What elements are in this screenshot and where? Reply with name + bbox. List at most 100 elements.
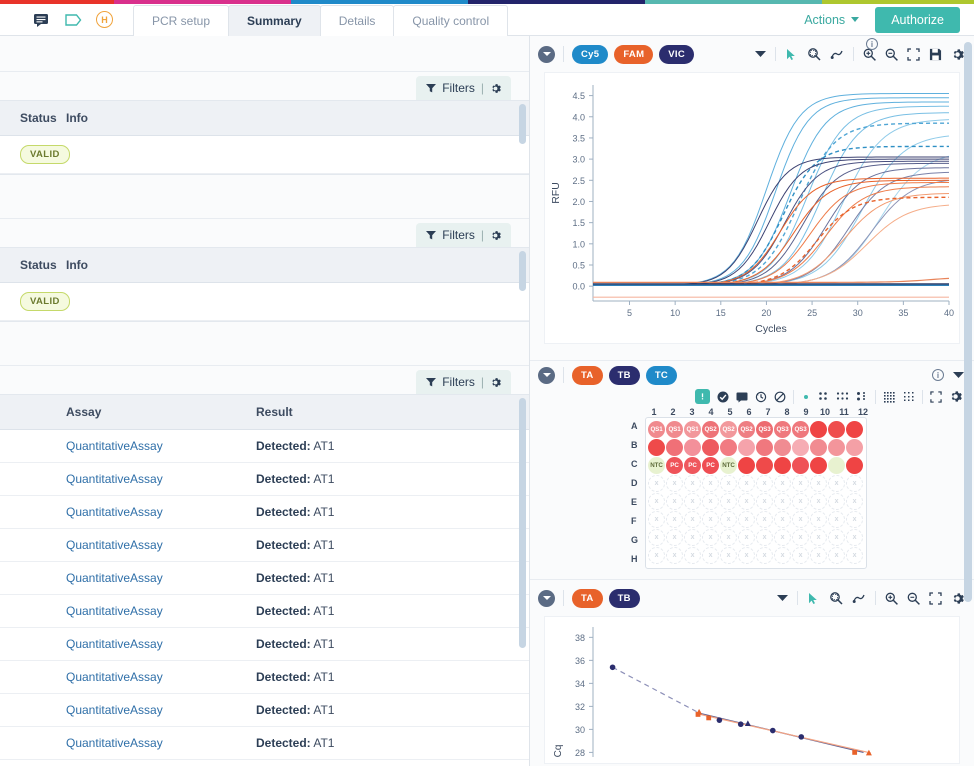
table-scrollbar-1[interactable]	[519, 104, 526, 144]
plate-well[interactable]: QS1	[684, 421, 701, 438]
plate-well[interactable]: x	[846, 547, 863, 564]
zoom-out-icon[interactable]	[885, 48, 898, 61]
plate-well[interactable]: x	[756, 547, 773, 564]
plate-well[interactable]: x	[666, 475, 683, 492]
plate-well[interactable]	[738, 457, 755, 474]
filters-chip-2[interactable]: Filters |	[416, 223, 511, 247]
plate-well[interactable]: PC	[702, 457, 719, 474]
plate-well[interactable]: x	[828, 475, 845, 492]
plate-well[interactable]: NTC	[720, 457, 737, 474]
plate-well[interactable]: x	[846, 511, 863, 528]
note-icon[interactable]	[736, 391, 748, 403]
channel-badge-fam[interactable]: FAM	[614, 44, 654, 64]
plate-well[interactable]	[810, 457, 827, 474]
table-row[interactable]: QuantitativeAssayDetected: AT1	[0, 627, 529, 661]
plate-well[interactable]: QS3	[756, 421, 773, 438]
plate-well[interactable]	[702, 439, 719, 456]
collapse-plate-button[interactable]	[538, 366, 555, 384]
plate-well[interactable]: x	[828, 547, 845, 564]
assay-link[interactable]: QuantitativeAssay	[66, 571, 163, 585]
data-point[interactable]	[852, 749, 858, 755]
plate-well[interactable]: x	[810, 475, 827, 492]
plate-well[interactable]: x	[846, 493, 863, 510]
zoom-region-icon[interactable]	[829, 591, 843, 605]
plate-well[interactable]: x	[792, 493, 809, 510]
data-point[interactable]	[769, 727, 776, 734]
channel-badge-tb-2[interactable]: TB	[608, 588, 640, 608]
dropdown-caret-icon[interactable]	[777, 594, 788, 602]
plate-well[interactable]: QS3	[774, 421, 791, 438]
plate-well[interactable]: x	[774, 547, 791, 564]
tab-quality-control[interactable]: Quality control	[393, 4, 509, 36]
tab-summary[interactable]: Summary	[228, 4, 321, 36]
pan-icon[interactable]	[852, 591, 866, 605]
zoom-region-icon[interactable]	[807, 47, 821, 61]
actions-menu-button[interactable]: Actions	[804, 13, 860, 27]
plate-well[interactable]: x	[648, 475, 665, 492]
plate-well[interactable]: x	[738, 547, 755, 564]
assay-link[interactable]: QuantitativeAssay	[66, 472, 163, 486]
tab-details[interactable]: Details	[319, 4, 395, 36]
plate-well[interactable]: x	[828, 493, 845, 510]
fit-screen-icon[interactable]	[907, 47, 920, 61]
plate-well[interactable]: x	[666, 529, 683, 546]
table-row[interactable]: QuantitativeAssayDetected: AT1	[0, 693, 529, 727]
data-point[interactable]	[716, 717, 723, 723]
plate-well[interactable]: x	[684, 511, 701, 528]
plate-well[interactable]: x	[774, 475, 791, 492]
assay-link[interactable]: QuantitativeAssay	[66, 637, 163, 651]
tag-icon[interactable]	[64, 11, 82, 29]
assay-link[interactable]: QuantitativeAssay	[66, 703, 163, 717]
plate-well[interactable]: x	[702, 529, 719, 546]
channel-badge-ta[interactable]: TA	[572, 365, 603, 385]
plate-well[interactable]: x	[648, 493, 665, 510]
plate-well[interactable]: x	[702, 511, 719, 528]
history-icon[interactable]	[755, 391, 767, 403]
plate-well[interactable]: x	[720, 493, 737, 510]
message-icon[interactable]	[32, 11, 50, 29]
collapse-standard-curve-button[interactable]	[538, 589, 555, 607]
plate-well[interactable]: x	[828, 511, 845, 528]
channel-badge-tc[interactable]: TC	[645, 365, 678, 385]
plate-well[interactable]: x	[648, 529, 665, 546]
table-scrollbar-2[interactable]	[519, 251, 526, 291]
plate-well[interactable]: x	[774, 511, 791, 528]
plate-well[interactable]: x	[846, 475, 863, 492]
settings-icon[interactable]	[951, 592, 964, 605]
plate-well[interactable]	[756, 439, 773, 456]
plate-well[interactable]: x	[684, 547, 701, 564]
check-icon[interactable]	[717, 391, 729, 403]
plate-well[interactable]: x	[756, 475, 773, 492]
cell-assay[interactable]: QuantitativeAssay	[66, 759, 256, 766]
zoom-in-icon[interactable]	[885, 592, 898, 605]
channel-badge-cy5[interactable]: Cy5	[572, 44, 609, 64]
assay-link[interactable]: QuantitativeAssay	[66, 604, 163, 618]
plate-well[interactable]: QS1	[648, 421, 665, 438]
table-row[interactable]: QuantitativeAssayDetected: AT1	[0, 759, 529, 766]
plate-well[interactable]	[738, 439, 755, 456]
plate-well[interactable]: x	[828, 529, 845, 546]
dot-icon[interactable]	[801, 392, 811, 402]
filters-chip-1[interactable]: Filters |	[416, 76, 511, 100]
channel-badge-vic[interactable]: VIC	[659, 44, 695, 64]
plate-well[interactable]: QS3	[792, 421, 809, 438]
settings-icon[interactable]	[949, 390, 962, 403]
plate-well[interactable]: x	[792, 511, 809, 528]
plate-well[interactable]: x	[720, 547, 737, 564]
warning-icon[interactable]	[695, 389, 710, 404]
table-row[interactable]: QuantitativeAssayDetected: AT1	[0, 594, 529, 628]
grid-dots-icon[interactable]	[856, 391, 868, 402]
save-icon[interactable]	[929, 48, 942, 61]
plate-well[interactable]	[684, 439, 701, 456]
cell-assay[interactable]: QuantitativeAssay	[66, 627, 256, 661]
fit-screen-icon[interactable]	[930, 390, 942, 403]
plate-well[interactable]: x	[720, 511, 737, 528]
plate-well[interactable]: x	[756, 511, 773, 528]
channel-badge-tb[interactable]: TB	[608, 365, 640, 385]
cell-assay[interactable]: QuantitativeAssay	[66, 594, 256, 628]
cell-assay[interactable]: QuantitativeAssay	[66, 726, 256, 760]
plate-well[interactable]: x	[720, 475, 737, 492]
info-icon[interactable]: i	[866, 38, 878, 50]
assay-link[interactable]: QuantitativeAssay	[66, 670, 163, 684]
cell-assay[interactable]: QuantitativeAssay	[66, 429, 256, 463]
